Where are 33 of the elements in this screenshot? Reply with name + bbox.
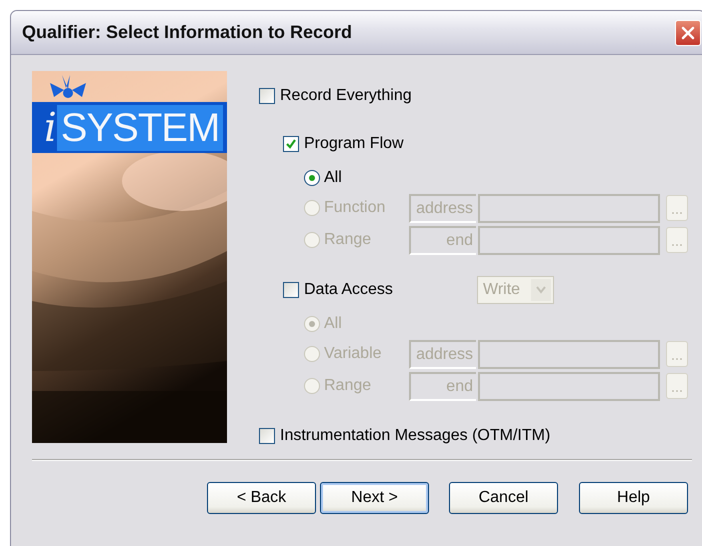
close-icon xyxy=(681,26,695,40)
close-button[interactable] xyxy=(675,20,701,46)
browse-button[interactable] xyxy=(666,373,688,399)
dialog-button[interactable]: Next > xyxy=(320,482,429,514)
chevron-down-icon xyxy=(536,286,546,294)
field-label: end xyxy=(409,372,476,400)
field-label: address xyxy=(409,194,476,222)
input-field[interactable] xyxy=(478,226,660,254)
dialog-button[interactable]: Cancel xyxy=(449,482,558,514)
window-title: Qualifier: Select Information to Record xyxy=(22,22,352,43)
field-label: end xyxy=(409,226,476,254)
input-field[interactable] xyxy=(478,194,660,222)
radio-label[interactable]: All xyxy=(324,169,342,187)
checkbox-label[interactable]: Program Flow xyxy=(304,135,404,153)
field-label: address xyxy=(409,340,476,368)
browse-button[interactable] xyxy=(666,195,688,221)
input-field[interactable] xyxy=(478,340,660,368)
checkbox-label[interactable]: Data Access xyxy=(304,281,393,299)
logo-icon xyxy=(48,75,88,99)
logo-letter: i xyxy=(44,104,57,150)
logo-name: SYSTEM xyxy=(56,104,224,150)
dialog-button[interactable]: < Back xyxy=(207,482,316,514)
browse-button[interactable] xyxy=(666,341,688,367)
checkbox[interactable] xyxy=(283,282,299,298)
input-field[interactable] xyxy=(478,372,660,400)
dialog-button[interactable]: Help xyxy=(579,482,688,514)
browse-button[interactable] xyxy=(666,227,688,253)
checkbox[interactable] xyxy=(259,428,275,444)
radio-button[interactable] xyxy=(304,170,320,186)
checkbox-label[interactable]: Instrumentation Messages (OTM/ITM) xyxy=(280,427,550,445)
checkbox[interactable] xyxy=(259,88,275,104)
checkbox[interactable] xyxy=(283,136,299,152)
checkbox-label[interactable]: Record Everything xyxy=(280,87,412,105)
